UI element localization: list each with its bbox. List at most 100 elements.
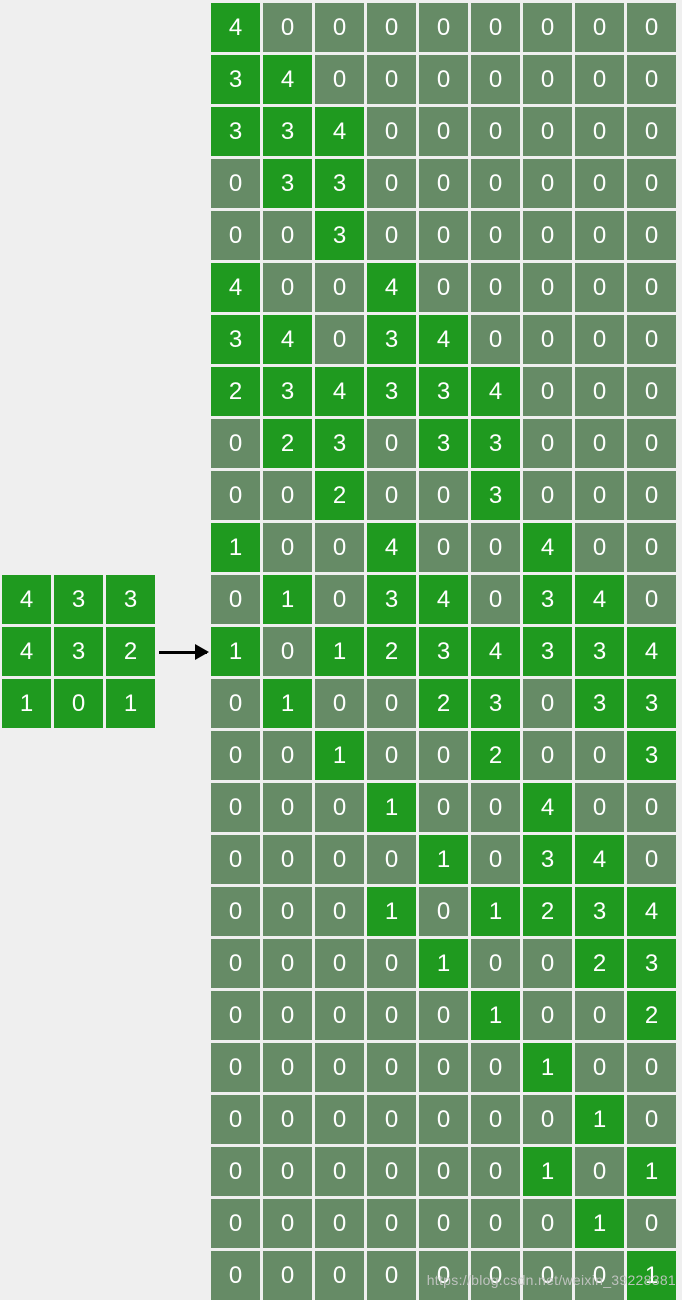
matrix-cell: 0 [471, 523, 520, 572]
matrix-cell: 0 [263, 783, 312, 832]
matrix-cell: 0 [575, 419, 624, 468]
matrix-cell: 3 [367, 575, 416, 624]
matrix-cell: 0 [315, 3, 364, 52]
matrix-cell: 0 [263, 731, 312, 780]
matrix-cell: 0 [263, 211, 312, 260]
matrix-cell: 0 [367, 939, 416, 988]
matrix-cell: 3 [471, 419, 520, 468]
matrix-cell: 0 [627, 575, 676, 624]
matrix-cell: 1 [315, 627, 364, 676]
matrix-cell: 0 [315, 523, 364, 572]
matrix-cell: 3 [575, 627, 624, 676]
matrix-cell: 3 [575, 679, 624, 728]
matrix-cell: 2 [263, 419, 312, 468]
matrix-cell: 0 [627, 1199, 676, 1248]
matrix-cell: 0 [523, 1199, 572, 1248]
matrix-cell: 0 [315, 1095, 364, 1144]
matrix-cell: 0 [575, 315, 624, 364]
matrix-cell: 0 [263, 3, 312, 52]
matrix-cell: 2 [575, 939, 624, 988]
matrix-cell: 1 [523, 1147, 572, 1196]
matrix-cell: 0 [471, 315, 520, 364]
matrix-cell: 0 [471, 159, 520, 208]
matrix-cell: 0 [523, 263, 572, 312]
matrix-cell: 4 [211, 263, 260, 312]
matrix-cell: 0 [627, 471, 676, 520]
matrix-cell: 0 [315, 679, 364, 728]
matrix-cell: 0 [367, 731, 416, 780]
matrix-cell: 3 [211, 55, 260, 104]
matrix-cell: 0 [471, 55, 520, 104]
matrix-cell: 0 [627, 783, 676, 832]
matrix-cell: 0 [419, 1095, 468, 1144]
matrix-cell: 3 [471, 471, 520, 520]
matrix-cell: 0 [471, 3, 520, 52]
matrix-cell: 1 [471, 991, 520, 1040]
matrix-cell: 0 [575, 55, 624, 104]
matrix-cell: 3 [367, 315, 416, 364]
left-matrix: 433432101 [2, 575, 155, 728]
watermark-text: https://blog.csdn.net/weixin_39228381 [427, 1272, 676, 1288]
matrix-cell: 2 [523, 887, 572, 936]
matrix-cell: 0 [575, 731, 624, 780]
matrix-cell: 0 [627, 835, 676, 884]
matrix-cell: 1 [575, 1199, 624, 1248]
matrix-cell: 3 [575, 887, 624, 936]
matrix-cell: 0 [367, 1095, 416, 1144]
matrix-cell: 4 [315, 107, 364, 156]
matrix-cell: 4 [419, 315, 468, 364]
matrix-cell: 0 [471, 835, 520, 884]
matrix-cell: 0 [419, 731, 468, 780]
matrix-cell: 0 [471, 1199, 520, 1248]
matrix-cell: 0 [471, 1043, 520, 1092]
matrix-cell: 0 [263, 887, 312, 936]
matrix-cell: 4 [263, 315, 312, 364]
matrix-cell: 0 [263, 1043, 312, 1092]
matrix-cell: 0 [523, 471, 572, 520]
matrix-cell: 2 [315, 471, 364, 520]
matrix-cell: 0 [419, 1199, 468, 1248]
matrix-cell: 1 [263, 679, 312, 728]
matrix-cell: 0 [523, 159, 572, 208]
matrix-cell: 0 [211, 575, 260, 624]
matrix-cell: 0 [211, 1251, 260, 1300]
matrix-cell: 4 [211, 3, 260, 52]
matrix-cell: 4 [263, 55, 312, 104]
matrix-cell: 3 [54, 575, 103, 624]
matrix-cell: 0 [523, 315, 572, 364]
matrix-cell: 0 [523, 3, 572, 52]
matrix-cell: 0 [575, 991, 624, 1040]
matrix-cell: 0 [367, 471, 416, 520]
matrix-cell: 0 [315, 263, 364, 312]
matrix-cell: 1 [211, 627, 260, 676]
matrix-cell: 0 [575, 471, 624, 520]
matrix-cell: 0 [471, 939, 520, 988]
matrix-cell: 0 [263, 471, 312, 520]
matrix-cell: 0 [523, 731, 572, 780]
matrix-cell: 0 [627, 263, 676, 312]
matrix-cell: 3 [54, 627, 103, 676]
matrix-cell: 0 [263, 627, 312, 676]
matrix-cell: 0 [367, 3, 416, 52]
matrix-cell: 0 [315, 1199, 364, 1248]
matrix-cell: 3 [211, 107, 260, 156]
matrix-cell: 0 [419, 107, 468, 156]
matrix-cell: 0 [523, 679, 572, 728]
matrix-cell: 0 [575, 263, 624, 312]
matrix-cell: 1 [419, 939, 468, 988]
matrix-cell: 2 [367, 627, 416, 676]
matrix-cell: 0 [471, 263, 520, 312]
matrix-cell: 0 [211, 211, 260, 260]
matrix-cell: 0 [263, 523, 312, 572]
matrix-cell: 0 [523, 991, 572, 1040]
matrix-cell: 0 [627, 367, 676, 416]
matrix-cell: 4 [627, 627, 676, 676]
matrix-cell: 3 [315, 419, 364, 468]
matrix-cell: 0 [523, 419, 572, 468]
matrix-cell: 0 [419, 3, 468, 52]
matrix-cell: 0 [211, 471, 260, 520]
matrix-cell: 4 [2, 627, 51, 676]
matrix-cell: 4 [523, 523, 572, 572]
matrix-cell: 4 [315, 367, 364, 416]
matrix-cell: 0 [211, 1147, 260, 1196]
